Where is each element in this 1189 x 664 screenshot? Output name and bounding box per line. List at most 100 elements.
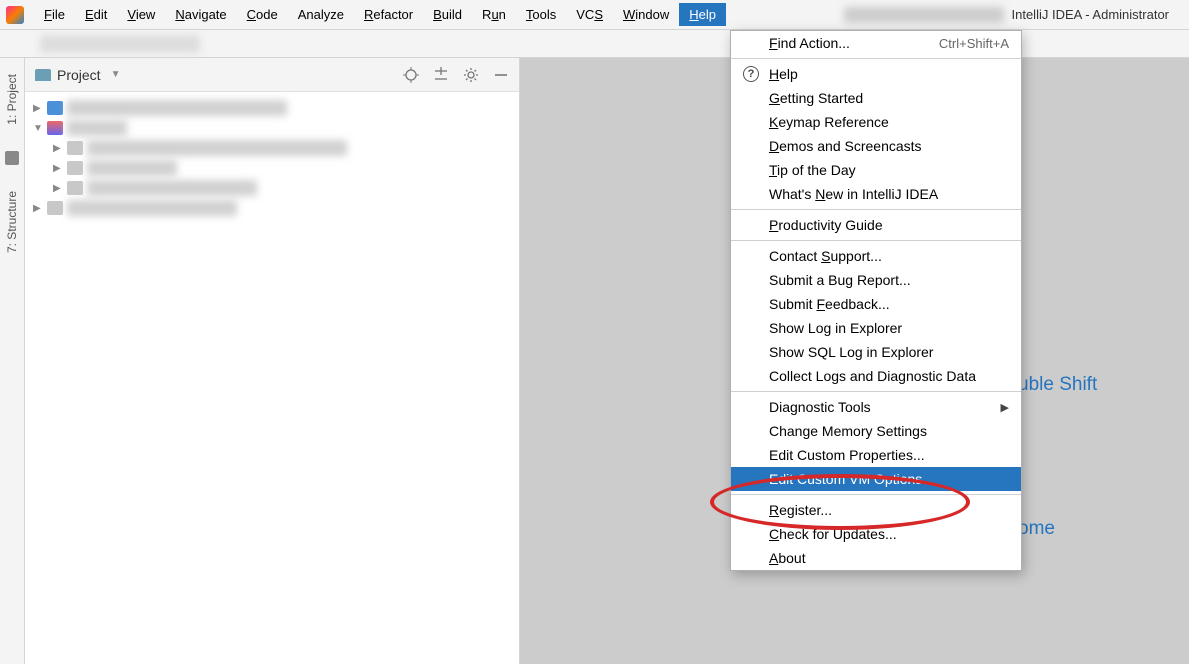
menu-item-label: About [769,550,806,566]
help-item-contact-support[interactable]: Contact Support... [731,244,1021,268]
menu-analyze[interactable]: Analyze [288,3,354,26]
menu-item-label: Help [769,66,798,82]
menu-separator [731,240,1021,241]
blurred-label [67,100,287,116]
menu-code[interactable]: Code [237,3,288,26]
menu-view[interactable]: View [117,3,165,26]
menu-separator [731,391,1021,392]
project-panel-title-group[interactable]: Project ▼ [35,67,120,83]
welcome-hint-fragment: uble Shift [1018,374,1097,396]
app-icon [6,6,24,24]
menu-item-label: Tip of the Day [769,162,856,178]
titlebar: FileEditViewNavigateCodeAnalyzeRefactorB… [0,0,1189,30]
expand-arrow-icon[interactable] [33,123,43,134]
chevron-down-icon: ▼ [111,69,121,80]
blurred-label [87,180,257,196]
menu-item-label: Find Action... [769,35,850,51]
blurred-label [87,140,347,156]
sidebar-tab-structure[interactable]: 7: Structure [3,185,21,259]
help-item-collect-logs-and-diagnostic-data[interactable]: Collect Logs and Diagnostic Data [731,364,1021,388]
help-item-getting-started[interactable]: Getting Started [731,86,1021,110]
help-item-what-s-new-in-intellij-idea[interactable]: What's New in IntelliJ IDEA [731,182,1021,206]
project-panel: Project ▼ [25,58,520,664]
expand-arrow-icon[interactable] [53,163,63,174]
menu-build[interactable]: Build [423,3,472,26]
menu-refactor[interactable]: Refactor [354,3,423,26]
help-item-change-memory-settings[interactable]: Change Memory Settings [731,419,1021,443]
tree-row[interactable] [25,118,519,138]
hide-icon[interactable] [493,67,509,83]
menu-item-label: Collect Logs and Diagnostic Data [769,368,976,384]
blurred-label [87,160,177,176]
menu-run[interactable]: Run [472,3,516,26]
menu-item-label: Change Memory Settings [769,423,927,439]
menu-item-label: Check for Updates... [769,526,897,542]
help-item-show-sql-log-in-explorer[interactable]: Show SQL Log in Explorer [731,340,1021,364]
menu-item-label: Getting Started [769,90,863,106]
menu-edit[interactable]: Edit [75,3,117,26]
help-item-show-log-in-explorer[interactable]: Show Log in Explorer [731,316,1021,340]
app-name-suffix: IntelliJ IDEA - Administrator [1012,7,1170,22]
menu-window[interactable]: Window [613,3,679,26]
tree-row[interactable] [25,98,519,118]
help-dropdown-menu: Find Action...Ctrl+Shift+A? Help Getting S… [730,30,1022,571]
expand-arrow-icon[interactable] [33,103,43,114]
menu-item-label: Show SQL Log in Explorer [769,344,933,360]
window-title: IntelliJ IDEA - Administrator [844,7,1189,23]
menu-separator [731,494,1021,495]
help-item-demos-and-screencasts[interactable]: Demos and Screencasts [731,134,1021,158]
help-item-diagnostic-tools[interactable]: Diagnostic Tools ▶ [731,395,1021,419]
menu-item-label: Productivity Guide [769,217,883,233]
help-item-submit-feedback[interactable]: Submit Feedback... [731,292,1021,316]
library-icon [47,121,63,135]
expand-all-icon[interactable] [433,67,449,83]
tree-row[interactable] [25,178,519,198]
locate-icon[interactable] [403,67,419,83]
help-item-submit-a-bug-report[interactable]: Submit a Bug Report... [731,268,1021,292]
tree-row[interactable] [25,198,519,218]
menu-item-label: Demos and Screencasts [769,138,922,154]
node-icon [47,201,63,215]
help-item-find-action[interactable]: Find Action...Ctrl+Shift+A [731,31,1021,55]
node-icon [67,161,83,175]
module-icon [47,101,63,115]
menu-item-label: Diagnostic Tools [769,399,871,415]
help-item-help[interactable]: ? Help [731,62,1021,86]
help-item-edit-custom-vm-options[interactable]: Edit Custom VM Options... [731,467,1021,491]
project-panel-header: Project ▼ [25,58,519,92]
help-item-about[interactable]: About [731,546,1021,570]
project-panel-title: Project [57,67,101,83]
help-item-check-for-updates[interactable]: Check for Updates... [731,522,1021,546]
menu-help[interactable]: Help [679,3,726,26]
expand-arrow-icon[interactable] [53,143,63,154]
menu-file[interactable]: File [34,3,75,26]
menu-separator [731,209,1021,210]
expand-arrow-icon[interactable] [53,183,63,194]
gear-icon[interactable] [463,67,479,83]
menu-item-label: Keymap Reference [769,114,889,130]
help-question-icon: ? [743,66,759,82]
submenu-arrow-icon: ▶ [1001,401,1009,414]
blurred-breadcrumb [40,35,200,53]
menu-navigate[interactable]: Navigate [165,3,236,26]
expand-arrow-icon[interactable] [33,203,43,214]
menu-vcs[interactable]: VCS [566,3,613,26]
help-item-register[interactable]: Register... [731,498,1021,522]
menu-item-label: Edit Custom VM Options... [769,471,934,487]
blurred-label [67,200,237,216]
menu-item-label: Contact Support... [769,248,882,264]
blurred-project-name [844,7,1004,23]
tree-row[interactable] [25,158,519,178]
project-tree[interactable] [25,92,519,224]
menu-separator [731,58,1021,59]
menu-item-label: Edit Custom Properties... [769,447,925,463]
help-item-tip-of-the-day[interactable]: Tip of the Day [731,158,1021,182]
help-item-keymap-reference[interactable]: Keymap Reference [731,110,1021,134]
help-item-edit-custom-properties[interactable]: Edit Custom Properties... [731,443,1021,467]
welcome-hint-fragment: ome [1018,518,1055,540]
sidebar-tab-project[interactable]: 1: Project [3,68,21,131]
help-item-productivity-guide[interactable]: Productivity Guide [731,213,1021,237]
menu-item-label: Submit Feedback... [769,296,890,312]
tree-row[interactable] [25,138,519,158]
menu-tools[interactable]: Tools [516,3,566,26]
